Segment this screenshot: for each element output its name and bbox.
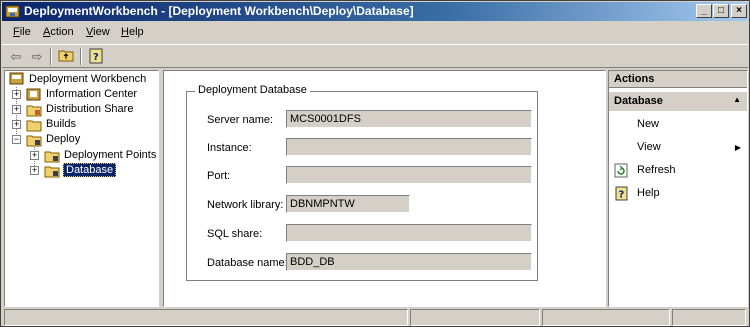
network-library-label: Network library: (207, 199, 284, 211)
workbench-icon (9, 72, 24, 85)
sql-share-label: SQL share: (207, 228, 263, 240)
server-name-label: Server name: (207, 114, 274, 126)
menu-action-label: ction (50, 26, 74, 38)
toolbar: ⇦ ⇨ ? (2, 44, 748, 68)
workbench-app-icon (5, 5, 20, 18)
database-name-label: Database name: (207, 257, 288, 269)
actions-section-label: Database (614, 95, 663, 107)
back-arrow-icon: ⇦ (10, 49, 22, 64)
information-center-icon (26, 88, 41, 101)
actions-header: Actions (609, 71, 747, 88)
app-window: DeploymentWorkbench - [Deployment Workbe… (0, 0, 750, 327)
status-cell-4 (672, 309, 746, 326)
action-new[interactable]: New (637, 118, 659, 130)
expand-icon[interactable]: + (12, 90, 21, 99)
menu-view-label: iew (93, 26, 110, 38)
status-cell-3 (542, 309, 670, 326)
expand-icon[interactable]: + (30, 151, 39, 160)
sql-share-field[interactable] (286, 224, 532, 242)
help-button[interactable]: ? (87, 48, 105, 65)
instance-label: Instance: (207, 142, 252, 154)
window-title: DeploymentWorkbench - [Deployment Workbe… (24, 4, 414, 18)
status-cell-1 (4, 309, 408, 326)
minimize-button[interactable]: _ (696, 4, 712, 18)
status-bar (2, 309, 748, 326)
maximize-button[interactable]: □ (713, 4, 729, 18)
back-button[interactable]: ⇦ (7, 48, 25, 65)
expand-icon[interactable]: + (12, 120, 21, 129)
tree-item-label-selected: Database (63, 163, 117, 177)
menu-action[interactable]: Action (43, 26, 74, 38)
actions-pane: Actions Database ▲ New View ▶ Refresh ? … (608, 70, 748, 307)
distribution-share-icon (26, 105, 42, 117)
help-book-icon: ? (89, 48, 103, 64)
forward-button[interactable]: ⇨ (28, 48, 46, 65)
minimize-icon: _ (701, 5, 707, 16)
server-name-field[interactable]: MCS0001DFS (286, 110, 532, 128)
console-tree: Deployment Workbench + Information Cente… (4, 70, 159, 307)
menu-help-label: elp (128, 26, 144, 38)
menu-file-mnemonic: F (13, 26, 20, 38)
menu-bar: File Action View Help (2, 23, 748, 43)
svg-text:?: ? (93, 52, 99, 63)
deployment-database-group: Deployment Database Server name: MCS0001… (186, 84, 538, 281)
submenu-arrow-icon: ▶ (734, 143, 741, 152)
instance-field[interactable] (286, 138, 532, 156)
deploy-folder-icon (26, 135, 42, 147)
menu-help-mnemonic: H (121, 26, 129, 38)
tree-root-label: Deployment Workbench (29, 73, 147, 85)
deployment-points-icon (44, 151, 60, 163)
port-field[interactable] (286, 166, 532, 184)
builds-folder-icon (26, 120, 42, 132)
collapse-up-icon[interactable]: ▲ (733, 95, 741, 104)
tree-item-label: Deployment Points (64, 149, 157, 161)
database-folder-icon (44, 166, 60, 178)
close-icon: × (736, 5, 742, 16)
menu-file[interactable]: File (13, 26, 31, 38)
action-refresh[interactable]: Refresh (637, 164, 676, 176)
toolbar-separator-2 (80, 48, 82, 65)
action-help[interactable]: Help (637, 187, 660, 199)
maximize-icon: □ (717, 5, 725, 16)
menu-help[interactable]: Help (121, 26, 144, 38)
network-library-field[interactable]: DBNMPNTW (286, 195, 410, 213)
menu-view[interactable]: View (86, 26, 110, 38)
refresh-icon (614, 163, 628, 178)
action-view[interactable]: View (637, 141, 661, 153)
expand-icon[interactable]: + (12, 105, 21, 114)
database-name-field[interactable]: BDD_DB (286, 253, 532, 271)
status-cell-2 (410, 309, 540, 326)
toolbar-separator (50, 48, 52, 65)
up-level-button[interactable] (57, 48, 75, 65)
svg-text:?: ? (619, 190, 625, 201)
details-pane: Deployment Database Server name: MCS0001… (163, 70, 606, 307)
menu-file-label: ile (19, 26, 31, 38)
title-bar[interactable]: DeploymentWorkbench - [Deployment Workbe… (2, 2, 748, 21)
forward-arrow-icon: ⇨ (31, 49, 43, 64)
tree-item-label: Builds (46, 118, 76, 130)
collapse-icon[interactable]: − (12, 135, 21, 144)
actions-section-database[interactable]: Database ▲ (609, 92, 747, 111)
group-title: Deployment Database (195, 84, 310, 96)
help-icon: ? (615, 186, 628, 201)
tree-item-label: Deploy (46, 133, 81, 145)
up-folder-icon (58, 50, 74, 62)
close-button[interactable]: × (731, 4, 747, 18)
expand-icon[interactable]: + (30, 166, 39, 175)
tree-item-label: Information Center (46, 88, 138, 100)
port-label: Port: (207, 170, 231, 182)
tree-item-label: Distribution Share (46, 103, 134, 115)
